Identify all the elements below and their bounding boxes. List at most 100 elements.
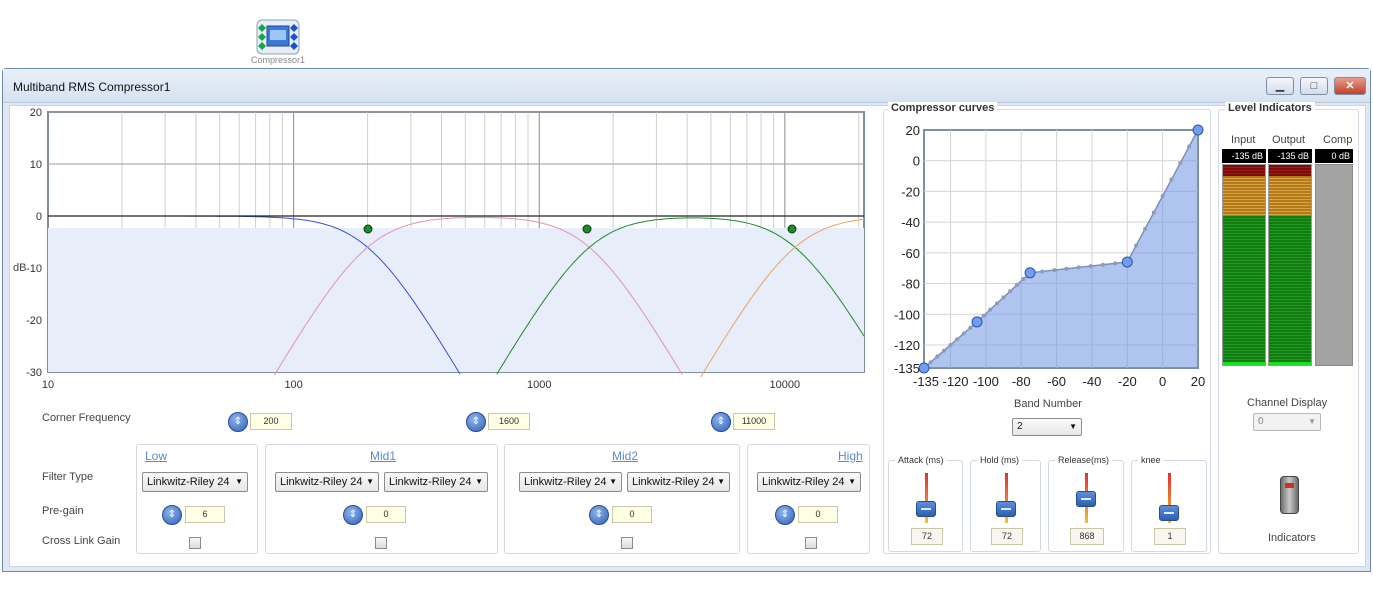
chevron-down-icon: ▼ xyxy=(235,477,243,486)
release-value[interactable]: 868 xyxy=(1070,528,1104,545)
low-pregain-field[interactable]: 6 xyxy=(185,506,225,523)
knee-value[interactable]: 1 xyxy=(1154,528,1186,545)
attack-slider-thumb[interactable] xyxy=(916,501,936,517)
hold-value[interactable]: 72 xyxy=(991,528,1023,545)
compressor-curve-plot[interactable]: 200-20-40-60-80-100-120-135 -135 -120 -100… xyxy=(884,122,1210,392)
low-filter-value: Linkwitz-Riley 24 xyxy=(147,476,230,488)
y-tick-label: 0 xyxy=(36,211,42,223)
corner-frequency-label: Corner Frequency xyxy=(42,412,131,424)
curve-handle[interactable] xyxy=(971,316,983,328)
mid2-band-group: Mid2 Linkwitz-Riley 24 ▼ Linkwitz-Riley 2… xyxy=(504,444,740,554)
cross-link-gain-label: Cross Link Gain xyxy=(42,535,121,547)
mid2-pregain-knob[interactable]: ⇕ xyxy=(589,505,609,525)
corner-freq-3-field[interactable]: 11000 xyxy=(733,413,775,430)
y-tick-label: 10 xyxy=(30,159,42,171)
corner-handle-11000[interactable] xyxy=(787,224,797,234)
mid1-pregain-knob[interactable]: ⇕ xyxy=(343,505,363,525)
mid2-band-title[interactable]: Mid2 xyxy=(612,449,638,463)
comp-x-tick-label: -80 xyxy=(1012,374,1031,389)
mid2-filter-low-value: Linkwitz-Riley 24 xyxy=(524,476,607,488)
corner-handle-1600[interactable] xyxy=(582,224,592,234)
knee-group: knee 1 xyxy=(1131,455,1207,552)
corner-freq-2-field[interactable]: 1600 xyxy=(488,413,530,430)
curve-sample-dot xyxy=(948,342,953,347)
release-group: Release(ms) 868 xyxy=(1048,455,1124,552)
corner-handle-200[interactable] xyxy=(363,224,373,234)
attack-value[interactable]: 72 xyxy=(911,528,943,545)
input-readout: -135 dB xyxy=(1222,149,1266,163)
indicators-toggle-switch[interactable] xyxy=(1280,476,1299,514)
corner-freq-1-field[interactable]: 200 xyxy=(250,413,292,430)
filter-type-label: Filter Type xyxy=(42,471,94,483)
curve-handle[interactable] xyxy=(918,362,930,374)
high-cross-link-checkbox[interactable] xyxy=(805,537,817,549)
curve-sample-dot xyxy=(1021,276,1026,281)
corner-freq-2-knob[interactable]: ⇕ xyxy=(466,412,486,432)
comp-y-tick-label: -80 xyxy=(901,277,920,292)
curve-handle[interactable] xyxy=(1192,124,1204,136)
mid1-filter-high-value: Linkwitz-Riley 24 xyxy=(389,476,472,488)
curve-sample-dot xyxy=(1052,268,1057,273)
curve-sample-dot xyxy=(1001,295,1006,300)
low-filter-select[interactable]: Linkwitz-Riley 24 ▼ xyxy=(142,472,248,492)
high-filter-value: Linkwitz-Riley 24 xyxy=(762,476,845,488)
mid1-filter-low-select[interactable]: Linkwitz-Riley 24 ▼ xyxy=(275,472,379,492)
low-band-title[interactable]: Low xyxy=(145,449,167,463)
mid1-cross-link-checkbox[interactable] xyxy=(375,537,387,549)
low-cross-link-checkbox[interactable] xyxy=(189,537,201,549)
mid2-cross-link-checkbox[interactable] xyxy=(621,537,633,549)
compressor-curves-title: Compressor curves xyxy=(888,102,998,114)
comp-level-meter xyxy=(1315,164,1353,366)
mid2-filter-low-select[interactable]: Linkwitz-Riley 24 ▼ xyxy=(519,472,622,492)
pre-gain-label: Pre-gain xyxy=(42,505,84,517)
corner-freq-1-knob[interactable]: ⇕ xyxy=(228,412,248,432)
comp-y-tick-label: -100 xyxy=(894,307,920,322)
comp-y-tick-label: -120 xyxy=(894,338,920,353)
mid2-filter-high-select[interactable]: Linkwitz-Riley 24 ▼ xyxy=(627,472,730,492)
maximize-button[interactable]: □ xyxy=(1300,77,1328,95)
high-filter-select[interactable]: Linkwitz-Riley 24 ▼ xyxy=(757,472,861,492)
hold-slider-thumb[interactable] xyxy=(996,501,1016,517)
curve-handle[interactable] xyxy=(1121,256,1133,268)
chevron-down-icon: ▼ xyxy=(1308,417,1316,426)
x-tick-label: 10000 xyxy=(770,379,801,391)
high-band-title[interactable]: High xyxy=(838,449,863,463)
mid1-filter-high-select[interactable]: Linkwitz-Riley 24 ▼ xyxy=(384,472,488,492)
mid2-pregain-field[interactable]: 0 xyxy=(612,506,652,523)
low-pregain-knob[interactable]: ⇕ xyxy=(162,505,182,525)
x-tick-label: 100 xyxy=(284,379,302,391)
high-pregain-field[interactable]: 0 xyxy=(798,506,838,523)
title-bar[interactable]: Multiband RMS Compressor1 ▁ □ ✕ xyxy=(3,69,1370,103)
mid1-pregain-field[interactable]: 0 xyxy=(366,506,406,523)
curve-sample-dot xyxy=(1064,266,1069,271)
mid2-filter-high-value: Linkwitz-Riley 24 xyxy=(632,476,715,488)
comp-y-tick-label: -60 xyxy=(901,246,920,261)
curve-sample-dot xyxy=(1151,210,1156,215)
curve-handle[interactable] xyxy=(1024,267,1036,279)
chevron-down-icon: ▼ xyxy=(475,477,483,486)
level-indicators-group: Level Indicators Input Output Comp -135 … xyxy=(1218,102,1359,554)
hold-label: Hold (ms) xyxy=(977,455,1023,465)
toggle-led-icon xyxy=(1285,483,1294,488)
release-slider-thumb[interactable] xyxy=(1076,491,1096,507)
level-indicators-title: Level Indicators xyxy=(1225,102,1315,114)
y-tick-label: -30 xyxy=(26,367,42,379)
high-pregain-knob[interactable]: ⇕ xyxy=(775,505,795,525)
knee-slider-thumb[interactable] xyxy=(1159,505,1179,521)
output-readout: -135 dB xyxy=(1268,149,1312,163)
curve-sample-dot xyxy=(968,325,973,330)
curve-sample-dot xyxy=(1134,243,1139,248)
comp-x-tick-label: -100 xyxy=(973,374,999,389)
corner-freq-3-knob[interactable]: ⇕ xyxy=(711,412,731,432)
crossover-plot[interactable]: 20100-10-20-30 10 100 1000 10000 xyxy=(10,106,870,456)
curve-sample-dot xyxy=(1040,269,1045,274)
comp-x-tick-label: -120 xyxy=(943,374,969,389)
channel-display-select[interactable]: 0 ▼ xyxy=(1253,413,1321,431)
mid1-band-title[interactable]: Mid1 xyxy=(370,449,396,463)
minimize-button[interactable]: ▁ xyxy=(1266,77,1294,95)
curve-sample-dot xyxy=(1014,283,1019,288)
close-button[interactable]: ✕ xyxy=(1334,77,1366,95)
band-number-select[interactable]: 2 ▼ xyxy=(1012,418,1082,436)
output-meter-label: Output xyxy=(1272,134,1306,146)
compressor-block-icon[interactable] xyxy=(254,18,302,56)
